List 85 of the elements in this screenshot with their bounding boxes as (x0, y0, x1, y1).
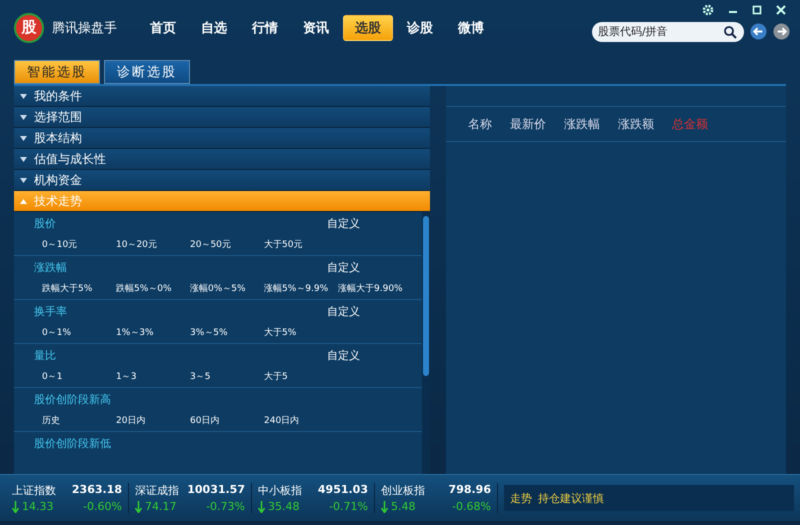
category-header[interactable]: 股本结构 (14, 128, 430, 149)
filter-option[interactable]: 大于50元 (264, 238, 338, 252)
column-header[interactable]: 名称 (468, 116, 492, 132)
filter-option[interactable]: 涨幅5%～9.9% (264, 282, 338, 296)
custom-link[interactable]: 自定义 (327, 348, 360, 363)
filter-option[interactable]: 大于5 (264, 370, 338, 384)
category-header[interactable]: 我的条件 (14, 86, 430, 107)
filter-option[interactable]: 0～1 (42, 370, 116, 384)
index-change: 74.17 (145, 500, 176, 513)
advice-label: 走势 (510, 490, 532, 506)
filter-option[interactable]: 大于5% (264, 326, 338, 340)
index-name: 创业板指 (381, 483, 425, 498)
index-percent: -0.71% (329, 500, 368, 513)
index-value: 798.96 (448, 483, 491, 498)
column-header[interactable]: 最新价 (510, 116, 546, 132)
down-arrow-icon (12, 500, 19, 512)
index-name: 中小板指 (258, 483, 302, 498)
index-value: 10031.57 (187, 483, 245, 498)
tab[interactable]: 诊断选股 (104, 60, 190, 84)
custom-link[interactable]: 自定义 (327, 216, 360, 231)
index-percent: -0.68% (452, 500, 491, 513)
nav-tab[interactable]: 首页 (139, 14, 187, 40)
section-title: 股价 (34, 216, 56, 231)
nav-tab[interactable]: 自选 (190, 14, 238, 40)
expand-icon (19, 112, 28, 122)
tab[interactable]: 智能选股 (14, 60, 100, 84)
filter-option[interactable]: 1～3 (116, 370, 190, 384)
filter-option[interactable]: 0～1% (42, 326, 116, 340)
filter-option[interactable]: 跌幅大于5% (42, 282, 116, 296)
filter-option[interactable]: 1%～3% (116, 326, 190, 340)
section-title: 量比 (34, 348, 56, 363)
index-change: 35.48 (268, 500, 300, 513)
settings-icon[interactable] (702, 4, 714, 16)
down-arrow-icon (135, 500, 142, 512)
advice-text: 持仓建议谨慎 (538, 490, 604, 506)
category-header[interactable]: 选择范围 (14, 107, 430, 128)
category-header[interactable]: 机构资金 (14, 170, 430, 191)
filter-option[interactable]: 0～10元 (42, 238, 116, 252)
expand-icon (19, 176, 28, 184)
index-value: 2363.18 (72, 483, 122, 498)
filter-option[interactable]: 60日内 (190, 414, 264, 428)
filter-option[interactable]: 3%～5% (190, 326, 264, 340)
filter-option[interactable]: 10～20元 (116, 238, 190, 252)
collapse-icon (19, 196, 28, 206)
filter-option[interactable]: 历史 (42, 414, 116, 428)
expand-icon (19, 154, 28, 164)
expand-icon (19, 92, 28, 100)
custom-link[interactable]: 自定义 (327, 260, 360, 275)
index-change: 14.33 (22, 500, 54, 513)
nav-tab[interactable]: 微博 (447, 14, 495, 40)
index-value: 4951.03 (318, 483, 368, 498)
index-percent: -0.60% (83, 500, 122, 513)
expand-icon (19, 134, 28, 142)
filter-option[interactable]: 跌幅5%～0% (116, 282, 190, 296)
down-arrow-icon (381, 500, 388, 512)
nav-tab[interactable]: 行情 (241, 14, 289, 40)
category-header[interactable]: 估值与成长性 (14, 149, 430, 170)
section-title: 涨跌幅 (34, 260, 67, 275)
app-title: 腾讯操盘手 (52, 20, 117, 36)
app-logo-icon: 股 (14, 12, 44, 42)
close-icon[interactable] (776, 4, 786, 14)
section-title: 换手率 (34, 304, 67, 319)
filter-option[interactable]: 240日内 (264, 414, 338, 428)
custom-link[interactable]: 自定义 (327, 304, 360, 319)
column-header[interactable]: 涨跌额 (618, 116, 654, 132)
index-change: 5.48 (391, 500, 416, 513)
filter-option[interactable]: 涨幅0%～5% (190, 282, 264, 296)
scrollbar[interactable] (422, 212, 430, 474)
down-arrow-icon (258, 500, 265, 512)
filter-option[interactable]: 3～5 (190, 370, 264, 384)
section-title: 股价创阶段新低 (34, 436, 111, 450)
filter-option[interactable]: 涨幅大于9.90% (338, 282, 412, 296)
filter-option[interactable]: 20～50元 (190, 238, 264, 252)
index-name: 深证成指 (135, 483, 179, 498)
index-percent: -0.73% (206, 500, 245, 513)
index-name: 上证指数 (12, 483, 56, 498)
search-icon (723, 24, 737, 38)
nav-tab[interactable]: 资讯 (292, 14, 340, 40)
column-header[interactable]: 涨跌幅 (564, 116, 600, 132)
section-title: 股价创阶段新高 (34, 392, 111, 407)
nav-tab[interactable]: 选股 (343, 14, 393, 40)
nav-tab[interactable]: 诊股 (396, 14, 444, 40)
filter-option[interactable]: 20日内 (116, 414, 190, 428)
maximize-icon[interactable] (752, 4, 762, 14)
search-field[interactable]: 股票代码/拼音 (592, 22, 744, 42)
